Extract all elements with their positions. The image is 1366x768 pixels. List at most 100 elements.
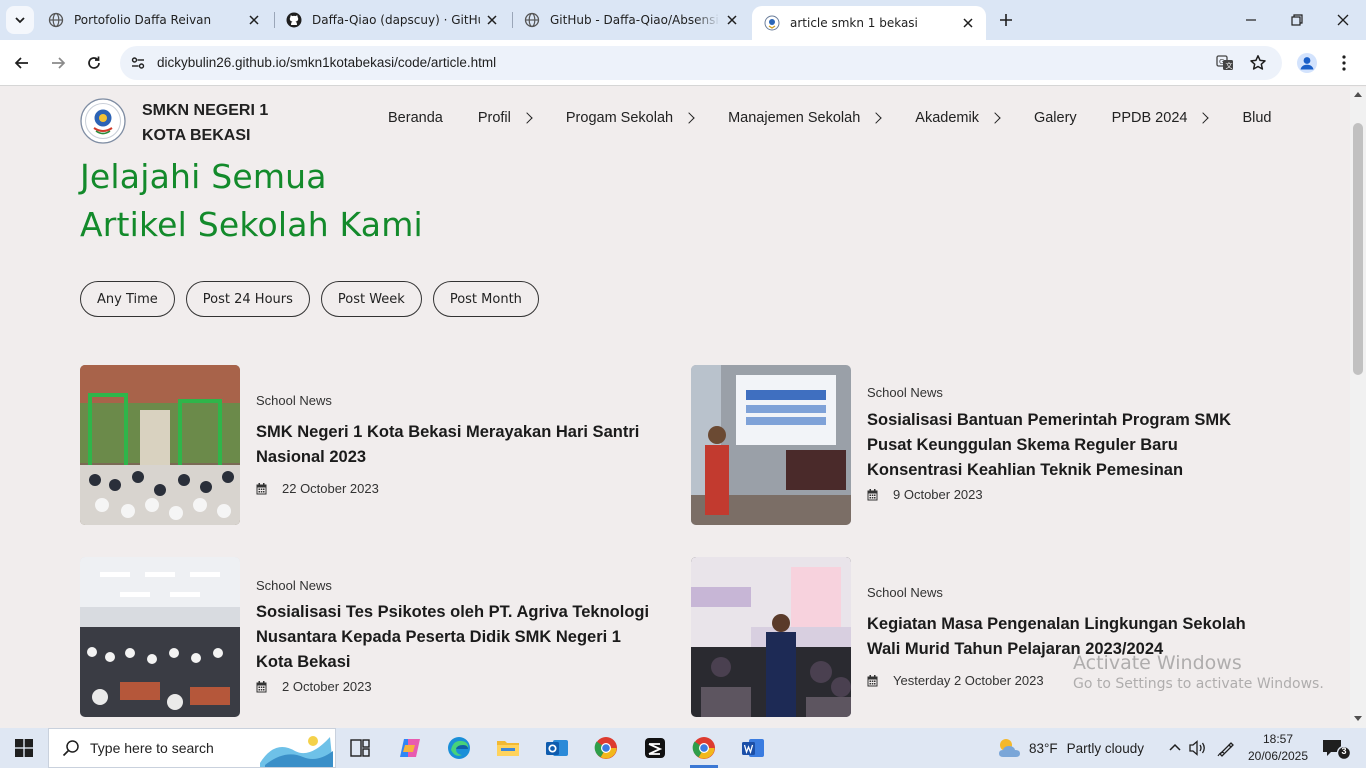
- search-icon: [62, 740, 79, 757]
- url-text[interactable]: dickybulin26.github.io/smkn1kotabekasi/c…: [157, 55, 496, 70]
- taskbar-edge[interactable]: [435, 728, 483, 768]
- weather-temp: 83°F: [1029, 740, 1058, 756]
- nav-item-galery[interactable]: Galery: [1034, 110, 1077, 126]
- scrollbar-thumb[interactable]: [1353, 123, 1363, 375]
- tab-title: Portofolio Daffa Reivan: [74, 13, 212, 27]
- site-settings-icon[interactable]: [130, 55, 146, 71]
- scroll-down-arrow-icon[interactable]: [1354, 716, 1362, 721]
- volume-button[interactable]: [1188, 738, 1208, 758]
- article-date-text: 9 October 2023: [893, 487, 983, 502]
- new-tab-button[interactable]: [992, 6, 1020, 34]
- article-thumbnail[interactable]: [80, 365, 240, 525]
- taskbar-word[interactable]: [729, 728, 777, 768]
- article-card[interactable]: School News SMK Negeri 1 Kota Bekasi Mer…: [80, 365, 660, 525]
- translate-icon[interactable]: G文: [1216, 54, 1234, 72]
- filter-any-time-button[interactable]: Any Time: [80, 281, 175, 317]
- nav-item-profil[interactable]: Profil: [478, 110, 533, 126]
- filter-post-24-hours-button[interactable]: Post 24 Hours: [185, 281, 310, 317]
- school-name[interactable]: SMKN NEGERI 1 KOTA BEKASI: [142, 98, 268, 148]
- system-clock[interactable]: 18:57 20/06/2025: [1244, 731, 1312, 765]
- nav-label: Galery: [1033, 110, 1077, 126]
- close-tab-icon[interactable]: [956, 11, 980, 35]
- taskbar-outlook[interactable]: [533, 728, 581, 768]
- word-icon: [742, 739, 764, 757]
- article-category: School News: [256, 578, 332, 593]
- task-view-button[interactable]: [336, 728, 384, 768]
- taskbar-chrome-active[interactable]: [680, 728, 728, 768]
- web-page: SMKN NEGERI 1 KOTA BEKASI Beranda Profil…: [0, 87, 1350, 728]
- browser-tab-2[interactable]: Daffa-Qiao (dapscuy) · GitHub: [274, 0, 510, 40]
- taskbar-search-box[interactable]: Type here to search: [48, 728, 336, 768]
- svg-text:G: G: [1219, 58, 1224, 66]
- nav-item-akademik[interactable]: Akademik: [915, 110, 1001, 126]
- restore-button[interactable]: [1274, 0, 1320, 40]
- reload-button[interactable]: [80, 49, 108, 77]
- article-card[interactable]: School News Kegiatan Masa Pengenalan Lin…: [691, 557, 1271, 717]
- headline-line1: Jelajahi Semua: [80, 157, 327, 196]
- article-title[interactable]: Sosialisasi Tes Psikotes oleh PT. Agriva…: [256, 600, 651, 675]
- browser-tab-3[interactable]: GitHub - Daffa-Qiao/Absensi-PKL: [512, 0, 750, 40]
- nav-item-blud[interactable]: Blud: [1242, 110, 1271, 126]
- article-thumbnail[interactable]: [691, 365, 851, 525]
- article-title[interactable]: SMK Negeri 1 Kota Bekasi Merayakan Hari …: [256, 420, 651, 470]
- outlook-icon: [546, 740, 568, 756]
- tab-search-button[interactable]: [6, 6, 34, 34]
- github-icon: [286, 12, 302, 28]
- close-tab-icon[interactable]: [720, 8, 744, 32]
- start-button[interactable]: [0, 728, 48, 768]
- nav-item-beranda[interactable]: Beranda: [388, 110, 443, 126]
- chrome-icon: [594, 737, 617, 759]
- copilot-icon: [400, 739, 420, 757]
- article-date: 22 October 2023: [256, 481, 379, 496]
- partly-cloudy-icon: [999, 739, 1020, 757]
- windows-logo-icon: [15, 739, 33, 757]
- nav-item-manajemen-sekolah[interactable]: Manajemen Sekolah: [728, 110, 882, 126]
- time-filter-group: Any Time Post 24 Hours Post Week Post Mo…: [80, 281, 550, 317]
- taskbar-copilot[interactable]: [386, 728, 434, 768]
- pen-workspace-button[interactable]: [1216, 738, 1236, 758]
- show-hidden-icons-button[interactable]: [1165, 738, 1185, 758]
- page-headline: Jelajahi Semua Artikel Sekolah Kami: [80, 153, 423, 249]
- nav-label: Manajemen Sekolah: [728, 110, 861, 126]
- page-scrollbar[interactable]: [1350, 87, 1366, 728]
- close-tab-icon[interactable]: [242, 8, 266, 32]
- article-card[interactable]: School News Sosialisasi Tes Psikotes ole…: [80, 557, 660, 717]
- article-date: Yesterday 2 October 2023: [867, 673, 1044, 688]
- notification-center-button[interactable]: 3: [1322, 738, 1352, 764]
- browser-tab-1[interactable]: Portofolio Daffa Reivan: [36, 0, 272, 40]
- article-card[interactable]: School News Sosialisasi Bantuan Pemerint…: [691, 365, 1271, 525]
- article-date-text: Yesterday 2 October 2023: [893, 673, 1044, 688]
- article-title[interactable]: Sosialisasi Bantuan Pemerintah Program S…: [867, 408, 1257, 483]
- filter-post-month-button[interactable]: Post Month: [432, 281, 539, 317]
- watermark-line2: Go to Settings to activate Windows.: [1073, 676, 1324, 692]
- address-bar[interactable]: dickybulin26.github.io/smkn1kotabekasi/c…: [120, 46, 1282, 80]
- article-category: School News: [867, 585, 943, 600]
- weather-widget[interactable]: 83°F Partly cloudy: [995, 736, 1144, 760]
- forward-button[interactable]: [44, 49, 72, 77]
- article-thumbnail[interactable]: [80, 557, 240, 717]
- bookmark-star-icon[interactable]: [1249, 54, 1267, 72]
- scroll-up-arrow-icon[interactable]: [1354, 92, 1362, 97]
- back-button[interactable]: [8, 49, 36, 77]
- browser-menu-button[interactable]: [1330, 49, 1358, 77]
- close-window-button[interactable]: [1320, 0, 1366, 40]
- taskbar-file-explorer[interactable]: [484, 728, 532, 768]
- nav-item-progam-sekolah[interactable]: Progam Sekolah: [566, 110, 695, 126]
- filter-post-week-button[interactable]: Post Week: [320, 281, 422, 317]
- pen-icon: [1217, 742, 1234, 757]
- nav-item-ppdb-2024[interactable]: PPDB 2024: [1112, 110, 1210, 126]
- article-thumbnail[interactable]: [691, 557, 851, 717]
- close-tab-icon[interactable]: [480, 8, 504, 32]
- school-logo[interactable]: [80, 98, 126, 144]
- profile-avatar[interactable]: [1293, 49, 1321, 77]
- close-icon: [1337, 14, 1349, 26]
- chevron-right-icon: [870, 112, 882, 124]
- capcut-icon: [645, 738, 665, 758]
- chevron-up-icon: [1169, 743, 1181, 751]
- taskbar-capcut[interactable]: [631, 728, 679, 768]
- minimize-button[interactable]: [1228, 0, 1274, 40]
- article-date: 9 October 2023: [867, 487, 983, 502]
- notification-count: 3: [1341, 746, 1347, 756]
- taskbar-chrome[interactable]: [582, 728, 630, 768]
- browser-tab-active[interactable]: article smkn 1 bekasi: [752, 6, 986, 40]
